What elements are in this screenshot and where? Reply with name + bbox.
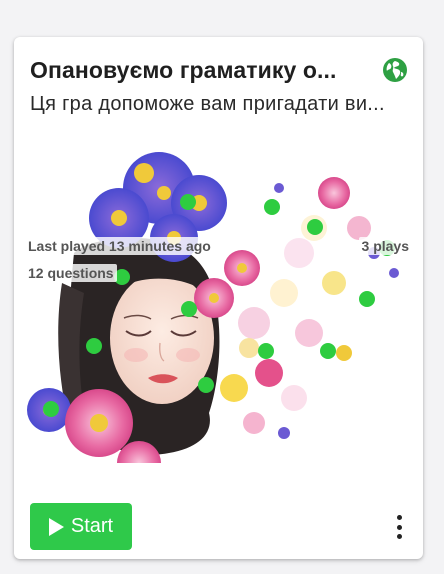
last-played-label: Last played 13 minutes ago	[25, 237, 214, 255]
card-header: Опановуємо граматику о...	[30, 53, 408, 87]
hotspot-marker	[181, 301, 197, 317]
hotspot-marker	[258, 343, 274, 359]
game-description: Ця гра допоможе вам пригадати ви...	[30, 93, 385, 115]
hotspot-marker	[359, 291, 375, 307]
questions-count: 12 questions	[25, 264, 117, 282]
hotspot-marker	[86, 338, 102, 354]
game-title: Опановуємо граматику о...	[30, 56, 337, 83]
play-icon	[48, 517, 64, 536]
hotspot-marker	[180, 194, 196, 210]
hotspot-marker	[307, 219, 323, 235]
card-footer: Start	[30, 503, 408, 551]
cover-image: Last played 13 minutes ago 3 plays 12 qu…	[14, 133, 423, 463]
globe-icon[interactable]	[382, 57, 408, 83]
hotspot-marker	[43, 401, 59, 417]
hotspot-marker	[264, 199, 280, 215]
start-button[interactable]: Start	[30, 503, 132, 550]
more-vertical-icon[interactable]	[394, 515, 404, 539]
woman-with-flowers-illustration	[27, 152, 399, 463]
game-card[interactable]: Опановуємо граматику о... Ця гра допомож…	[14, 37, 423, 559]
plays-count: 3 plays	[358, 237, 412, 255]
hotspot-marker	[320, 343, 336, 359]
hotspot-marker	[198, 377, 214, 393]
start-button-label: Start	[70, 515, 114, 537]
